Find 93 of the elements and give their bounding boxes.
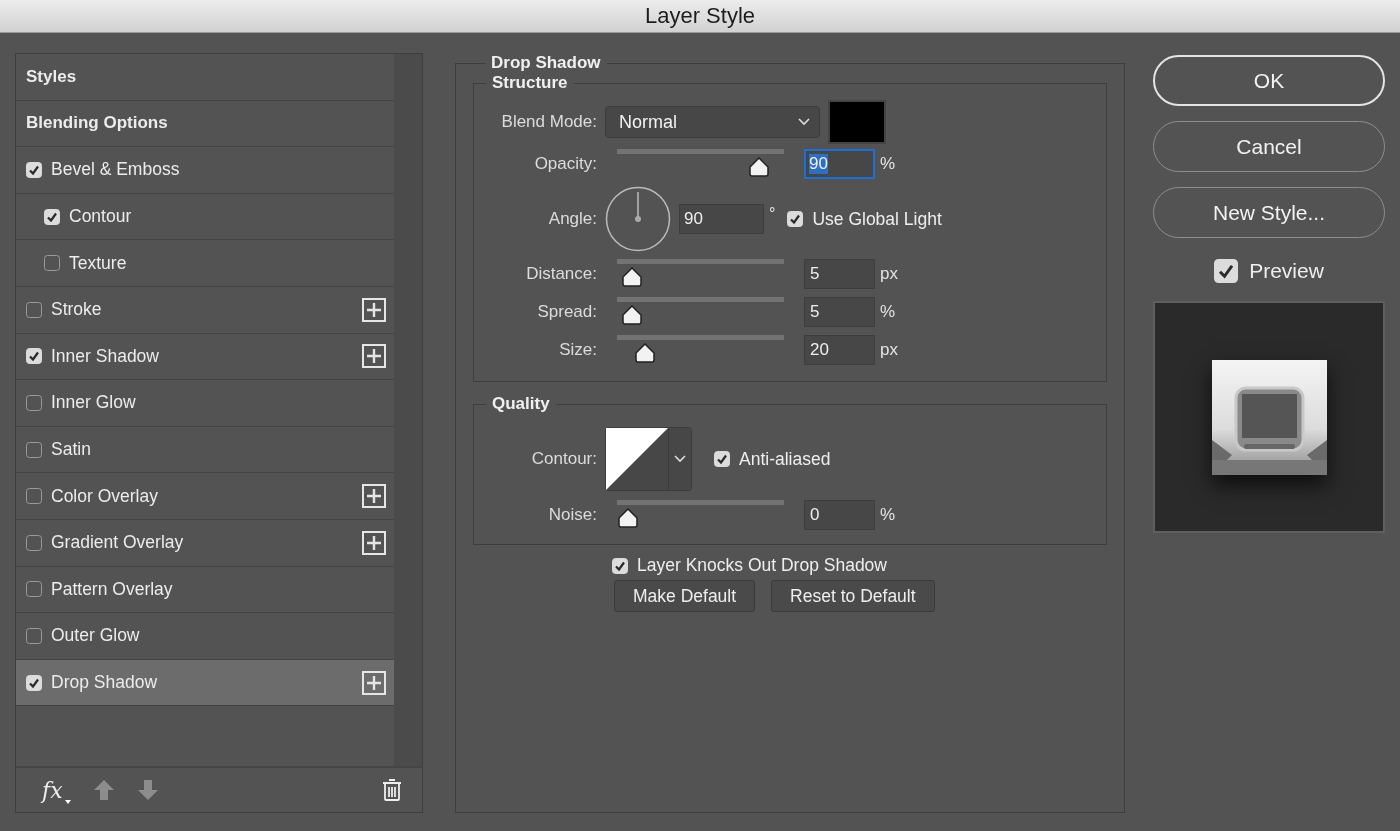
unit-label: ° [769,205,776,223]
slider-thumb[interactable] [617,508,639,528]
checkbox[interactable] [26,488,42,505]
checkbox[interactable] [26,534,42,551]
slider[interactable] [617,297,784,327]
caret-icon[interactable] [64,800,71,804]
angle-field[interactable]: 90 [679,204,764,234]
slider[interactable] [617,259,784,289]
unit-label: px [880,264,898,284]
slider-thumb[interactable] [634,343,657,363]
style-item[interactable]: Inner Shadow [16,333,394,381]
style-item[interactable]: Bevel & Emboss [16,147,394,194]
style-item[interactable]: Inner Glow [16,380,394,427]
chevron-icon [674,455,686,463]
checkbox-label: Use Global Light [812,208,942,230]
checkbox-label: Preview [1249,259,1324,283]
unit-label: px [880,340,898,360]
field-label: Spread: [536,302,597,322]
field-label: Distance: [525,264,597,284]
group-title: Drop Shadow [490,53,602,73]
item-label: Gradient Overlay [51,532,184,554]
group-title: Quality [491,394,551,414]
dialog-button[interactable]: Cancel [1153,121,1385,172]
unit-label: % [880,154,896,174]
item-label: Inner Glow [51,392,136,414]
field-label: Angle: [547,209,597,229]
checkbox[interactable] [26,441,42,458]
field-label: Blend Mode: [500,112,597,132]
item-label: Stroke [51,299,102,321]
checkbox[interactable] [44,255,60,272]
contour-curve-icon [606,428,668,490]
checkbox[interactable] [26,301,42,318]
slider[interactable] [617,335,784,365]
value-field[interactable]: 0 [804,500,875,530]
item-label: Texture [69,252,127,274]
style-item[interactable]: Satin [16,426,394,474]
reset-button[interactable]: Reset to Default [771,580,935,612]
item-label: Contour [69,206,132,228]
style-item[interactable]: Stroke [16,286,394,334]
trash-icon[interactable] [382,779,402,801]
item-label: Drop Shadow [51,672,158,693]
style-item[interactable]: Outer Glow [16,613,394,660]
item-label: Satin [51,439,91,461]
checkbox[interactable] [26,627,42,644]
add-icon[interactable] [362,484,386,509]
fx-button[interactable]: fx [42,777,63,803]
checkbox[interactable] [26,394,42,411]
add-icon[interactable] [362,344,386,369]
style-item[interactable]: Color Overlay [16,473,394,520]
contour-picker[interactable] [605,427,692,491]
style-item[interactable]: Pattern Overlay [16,566,394,614]
window-title: Layer Style [644,3,756,29]
slider-thumb[interactable] [621,305,644,325]
slider[interactable] [617,500,784,530]
dialog-button[interactable]: OK [1153,55,1385,106]
blend-mode-dropdown[interactable]: Normal [605,106,820,138]
value-field[interactable]: 5 [804,259,875,289]
slider-thumb[interactable] [621,267,644,287]
dialog-button[interactable]: New Style... [1153,187,1385,238]
value-field[interactable]: 5 [804,297,875,327]
slider-thumb[interactable] [747,157,770,177]
checkbox-label: Layer Knocks Out Drop Shadow [637,555,887,576]
angle-dial[interactable] [605,186,671,252]
value-field[interactable]: 90 [804,149,875,179]
add-icon[interactable] [362,297,386,322]
add-icon[interactable] [362,670,386,695]
item-label: Blending Options [26,113,168,134]
color-swatch[interactable] [828,100,886,144]
field-label: Opacity: [533,154,597,174]
style-item[interactable]: Gradient Overlay [16,519,394,567]
item-label: Bevel & Emboss [51,159,180,181]
item-label: Inner Shadow [51,345,159,367]
item-label: Outer Glow [51,625,140,647]
make-default-button[interactable]: Make Default [614,580,756,612]
chevron-icon [798,118,810,126]
slider[interactable] [617,149,784,179]
checkbox-label: Anti-aliased [739,448,831,470]
unit-label: % [880,505,896,525]
add-icon[interactable] [362,530,386,555]
group-title: Structure [491,73,569,93]
checkbox[interactable] [26,581,42,598]
item-label: Pattern Overlay [51,578,173,600]
style-item[interactable]: Texture [16,240,394,287]
item-label: Styles [26,66,77,87]
field-label: Noise: [547,505,597,525]
unit-label: % [880,302,896,322]
item-label: Color Overlay [51,485,158,507]
field-label: Contour: [530,449,597,469]
style-item[interactable]: Contour [16,193,394,241]
scrollbar[interactable] [394,54,422,766]
style-item[interactable]: Drop Shadow [16,659,394,707]
value-field[interactable]: 20 [804,335,875,365]
field-label: Size: [558,340,597,360]
